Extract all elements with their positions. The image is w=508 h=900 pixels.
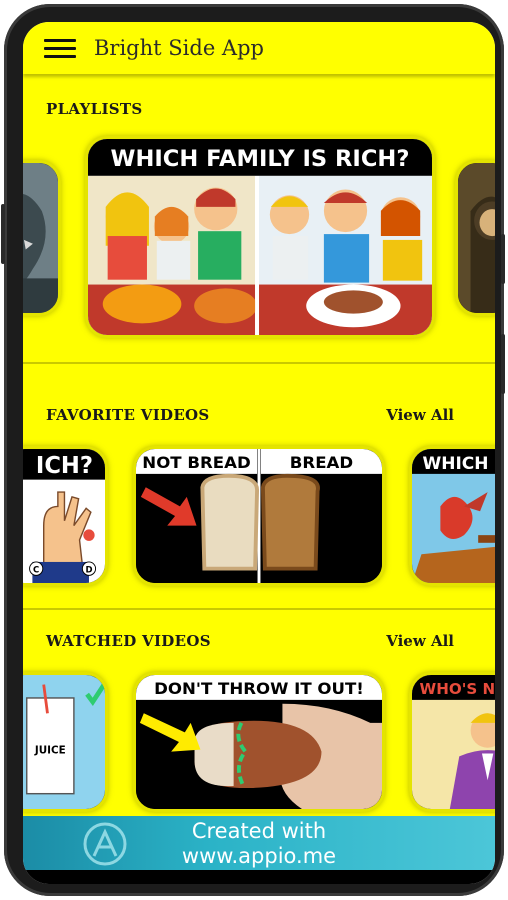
promo-banner[interactable]: Created with www.appio.me — [23, 816, 495, 870]
mona-lisa-thumbnail-icon — [458, 163, 495, 313]
banner-line-2: www.appio.me — [181, 844, 337, 868]
playlists-section: PLAYLISTS WHICH FAMILY IS RICH? — [23, 74, 495, 364]
phone-frame: Bright Side App PLAYLISTS WHICH FAMILY I… — [1, 4, 505, 896]
family-thumbnail: WHICH FAMILY IS RICH? — [88, 139, 432, 335]
badge-label: C — [33, 565, 39, 575]
playlist-card[interactable] — [455, 160, 495, 316]
watched-videos-section: WATCHED VIDEOS View All JUICE DON'T THRO… — [23, 610, 495, 816]
badge-label: D — [85, 565, 92, 575]
juice-thumbnail: JUICE — [23, 675, 105, 809]
dinosaur-thumbnail-icon — [23, 163, 58, 313]
view-all-link[interactable]: View All — [386, 632, 454, 650]
video-card[interactable]: WHO'S N — [409, 672, 495, 812]
section-title: PLAYLISTS — [46, 100, 143, 118]
view-all-link[interactable]: View All — [386, 406, 454, 424]
hand-thumbnail: ICH? C D — [23, 449, 105, 583]
system-nav-bar — [23, 870, 495, 884]
playlist-card[interactable] — [23, 160, 61, 316]
thumbnail-caption: ICH? — [36, 453, 93, 479]
thumbnail-caption: BREAD — [290, 453, 353, 472]
thumbnail-caption: WHO'S N — [420, 680, 495, 698]
menu-icon[interactable] — [44, 37, 76, 59]
app-bar: Bright Side App — [23, 22, 495, 74]
dragon-thumbnail: WHICH — [412, 449, 495, 583]
thumbnail-caption: NOT BREAD — [142, 453, 250, 472]
main-content: PLAYLISTS WHICH FAMILY IS RICH? FAVORITE… — [23, 74, 495, 816]
video-card[interactable]: JUICE — [23, 672, 108, 812]
video-card[interactable]: ICH? C D — [23, 446, 108, 586]
thumbnail-caption: DON'T THROW IT OUT! — [154, 679, 364, 698]
section-title: FAVORITE VIDEOS — [46, 406, 210, 424]
whos-next-thumbnail: WHO'S N — [412, 675, 495, 809]
thumbnail-caption: WHICH FAMILY IS RICH? — [111, 146, 410, 172]
dont-throw-it-out-thumbnail: DON'T THROW IT OUT! — [136, 675, 382, 809]
bread-thumbnail: NOT BREAD BREAD — [136, 449, 382, 583]
thumbnail-caption: JUICE — [34, 744, 66, 756]
app-screen: Bright Side App PLAYLISTS WHICH FAMILY I… — [23, 22, 495, 884]
phone-side-button — [501, 334, 505, 394]
banner-line-1: Created with — [191, 819, 327, 843]
playlist-card-which-family-is-rich[interactable]: WHICH FAMILY IS RICH? — [85, 136, 435, 338]
phone-side-button — [501, 234, 505, 284]
video-card[interactable]: WHICH — [409, 446, 495, 586]
thumbnail-caption: WHICH — [422, 454, 488, 474]
video-card-not-bread-bread[interactable]: NOT BREAD BREAD — [133, 446, 385, 586]
app-title: Bright Side App — [94, 36, 264, 60]
video-card-dont-throw-it-out[interactable]: DON'T THROW IT OUT! — [133, 672, 385, 812]
section-title: WATCHED VIDEOS — [46, 632, 211, 650]
favorite-videos-section: FAVORITE VIDEOS View All ICH? C D NOT BR… — [23, 364, 495, 610]
phone-side-button — [1, 204, 5, 264]
